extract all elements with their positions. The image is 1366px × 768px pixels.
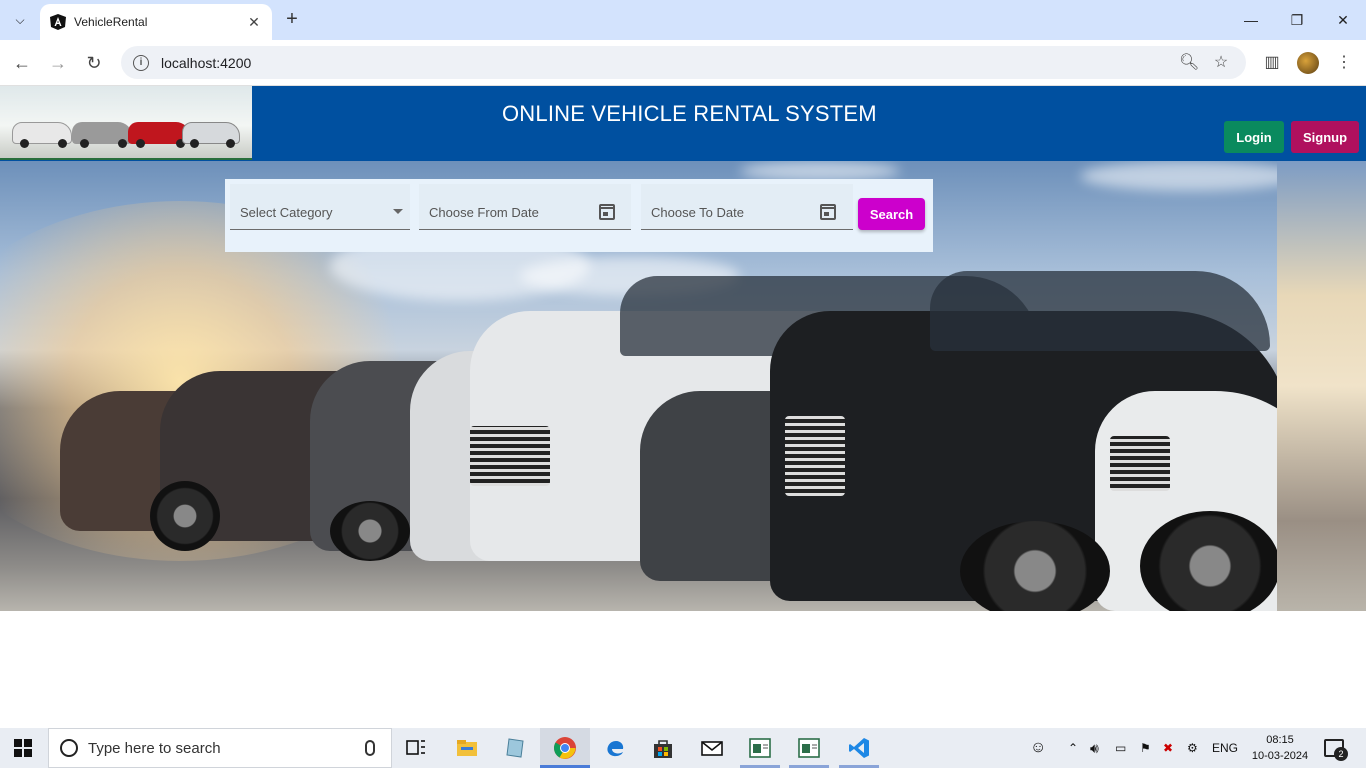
taskbar-search-placeholder: Type here to search [88,739,221,757]
file-explorer-icon[interactable] [455,736,479,760]
windows-start-icon[interactable] [14,739,32,757]
side-panel-icon[interactable]: ▥ [1261,52,1283,74]
edge-icon[interactable] [603,736,627,760]
bookmark-star-icon[interactable]: ☆ [1212,54,1230,72]
people-icon[interactable]: ☺ [1030,728,1046,768]
store-icon[interactable] [651,736,675,760]
battery-icon[interactable]: ▭ [1115,728,1126,768]
app-title: ONLINE VEHICLE RENTAL SYSTEM [502,101,877,126]
close-tab-icon[interactable]: ✕ [246,14,262,31]
clock-date: 10-03-2024 [1251,750,1309,762]
forward-arrow-icon[interactable]: → [45,50,71,76]
minimize-icon[interactable]: — [1228,0,1274,40]
mail-icon[interactable] [700,736,724,760]
app-window-icon-2[interactable] [797,736,821,760]
clock-time: 08:15 [1266,734,1294,746]
system-clock[interactable]: 08:15 10-03-2024 [1250,732,1310,764]
from-calendar-icon[interactable] [599,204,615,220]
settings-sync-icon[interactable]: ⚙ [1187,728,1198,768]
notification-count-badge: 2 [1334,747,1348,761]
cars-logo [0,86,252,160]
close-window-icon[interactable]: ✕ [1320,0,1366,40]
tab-title: VehicleRental [74,15,148,29]
signup-button[interactable]: Signup [1291,121,1359,153]
address-url[interactable]: localhost:4200 [161,55,251,71]
category-select[interactable]: Select Category [230,184,410,230]
vscode-icon[interactable] [847,736,871,760]
angular-favicon-icon [50,14,66,30]
network-disconnected-icon[interactable]: ✖ [1163,728,1173,768]
dropdown-arrow-icon[interactable] [393,209,403,214]
browser-tabstrip: ⌵ VehicleRental ✕ + — ❐ ✕ [0,0,1366,40]
app-header: ONLINE VEHICLE RENTAL SYSTEM Login Signu… [0,86,1366,161]
task-view-icon[interactable] [404,736,428,760]
sticky-app-icon[interactable] [503,736,527,760]
taskbar-search-box[interactable]: Type here to search [48,728,392,768]
tab-search-chevron-icon[interactable]: ⌵ [8,8,32,32]
new-tab-plus-icon[interactable]: + [280,8,304,32]
app-window-icon[interactable] [748,736,772,760]
to-date-placeholder: Choose To Date [651,205,744,220]
address-bar[interactable]: i localhost:4200 🔍︎ ☆ [121,46,1246,79]
reload-icon[interactable]: ↻ [81,50,107,76]
search-button[interactable]: Search [858,198,925,230]
windows-taskbar: Type here to search ☺ ⌃ 🔊︎ ▭ ⚑ ✖ ⚙ ENG 0… [0,728,1366,768]
zoom-icon[interactable]: 🔍︎ [1179,54,1199,72]
to-date-field[interactable]: Choose To Date [641,184,853,230]
cortana-circle-icon [60,739,78,757]
from-date-placeholder: Choose From Date [429,205,539,220]
hero-repeat-strip [1277,161,1366,611]
microphone-icon[interactable] [365,740,375,756]
browser-tab[interactable]: VehicleRental ✕ [40,4,272,40]
category-placeholder: Select Category [240,205,333,220]
restore-icon[interactable]: ❐ [1274,0,1320,40]
from-date-field[interactable]: Choose From Date [419,184,631,230]
site-info-icon[interactable]: i [133,54,149,71]
to-calendar-icon[interactable] [820,204,836,220]
speaker-icon[interactable]: 🔊︎ [1090,728,1099,768]
browser-toolbar: ← → ↻ i localhost:4200 🔍︎ ☆ ▥ ⋮ [0,40,1366,86]
back-arrow-icon[interactable]: ← [9,50,35,76]
chrome-icon[interactable] [553,736,577,760]
tray-expand-chevron-icon[interactable]: ⌃ [1068,728,1078,768]
login-button[interactable]: Login [1224,121,1284,153]
network-icon[interactable]: ⚑ [1140,728,1151,768]
browser-menu-icon[interactable]: ⋮ [1333,52,1355,74]
search-panel: Select Category Choose From Date Choose … [225,179,933,252]
language-indicator[interactable]: ENG [1212,728,1238,768]
profile-avatar[interactable] [1297,52,1319,74]
